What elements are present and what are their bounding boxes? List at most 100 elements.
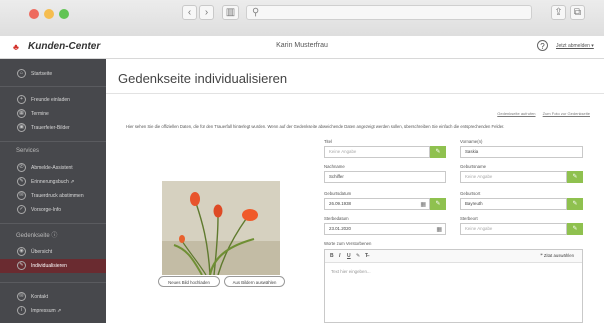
sidebar-item-erinnerungsbuch[interactable]: ✎ Erinnerungsbuch ⇗ (0, 175, 106, 189)
photo-link[interactable]: Zum Foto zur Gedenkseite (543, 111, 590, 116)
firstname-field[interactable]: Saskia (460, 146, 583, 158)
deathdate-label: Sterbedatum (324, 216, 349, 221)
deathdate-value: 23.01.2020 (329, 226, 351, 231)
info-icon: i (17, 306, 26, 315)
sidebar-item-label: Kontakt (31, 294, 48, 300)
forward-icon[interactable]: › (199, 5, 214, 20)
edit-icon[interactable]: ✎ (430, 146, 446, 158)
title-label: Titel (324, 139, 332, 144)
sidebar-divider (0, 141, 106, 142)
sidebar-toggle-icon[interactable]: ▥ (222, 5, 239, 20)
image-icon: ▣ (17, 123, 26, 132)
visit-memorial-link[interactable]: Gedenkseite aufrufen (497, 111, 535, 116)
logout-link[interactable]: Jetzt abmelden ▾ (556, 43, 594, 49)
birthdate-field[interactable]: 26.09.1938 ▦ (324, 198, 430, 210)
mail-icon: ✉ (17, 292, 26, 301)
mail-icon: ✉ (17, 191, 26, 200)
memorial-photo (162, 181, 280, 276)
deathplace-field[interactable]: Keine Angabe (460, 223, 567, 235)
sidebar-item-vorsorge-info[interactable]: ✓ Vorsorge-Info (0, 203, 106, 217)
sidebar-item-label: Impressum ⇗ (31, 308, 62, 314)
header-links: Gedenkseite aufrufen Zum Foto zur Gedenk… (491, 111, 590, 116)
pen-icon[interactable]: ✎ (356, 253, 360, 259)
sidebar-item-abmelde-assistent[interactable]: ✆ Abmelde-Assistent (0, 161, 106, 175)
page-title: Gedenkseite individualisieren (118, 71, 288, 86)
sidebar-divider (0, 86, 106, 87)
sidebar-item-label: Abmelde-Assistent (31, 165, 73, 171)
rich-text-editor[interactable]: B I U ✎ T̶ ❞ Zitat auswählen Text hier e… (324, 249, 583, 323)
sidebar-item-impressum[interactable]: i Impressum ⇗ (0, 304, 106, 318)
italic-icon[interactable]: I (339, 253, 340, 259)
home-icon: ⌂ (17, 69, 26, 78)
sidebar-item-label: Trauerdruck abstimmen (31, 193, 84, 199)
tulip-image (162, 181, 280, 276)
minimize-window-button[interactable] (44, 9, 54, 19)
editor-label: Worte zum Verstorbenen (324, 241, 372, 246)
upload-image-button[interactable]: Neues Bild hochladen (158, 276, 220, 287)
birthplace-field[interactable]: Bayreuth (460, 198, 567, 210)
sidebar-item-trauerfeier-bilder[interactable]: ▣ Trauerfeier-Bilder (0, 121, 106, 135)
sidebar-item-label: Vorsorge-Info (31, 207, 62, 213)
phone-icon: ✆ (17, 163, 26, 172)
sidebar-item-label: Erinnerungsbuch ⇗ (31, 179, 75, 185)
underline-icon[interactable]: U (347, 253, 351, 259)
back-icon[interactable]: ‹ (182, 5, 197, 20)
sidebar-item-label: Freunde einladen (31, 97, 70, 103)
edit-icon: ✎ (17, 261, 26, 270)
sidebar-item-kontakt[interactable]: ✉ Kontakt (0, 290, 106, 304)
lastname-field[interactable]: Schiffer (324, 171, 446, 183)
calendar-icon[interactable]: ▦ (420, 200, 426, 210)
edit-icon[interactable]: ✎ (567, 198, 583, 210)
address-bar[interactable]: ⚲ (246, 5, 532, 20)
clear-format-icon[interactable]: T̶ (365, 253, 368, 259)
title-field[interactable]: Keine Angabe (324, 146, 430, 158)
sidebar-divider (0, 282, 106, 283)
sidebar-item-uebersicht[interactable]: ◉ Übersicht (0, 245, 106, 259)
share-icon[interactable]: ⇪ (551, 5, 566, 20)
overview-icon: ◉ (17, 247, 26, 256)
sidebar-item-label: Termine (31, 111, 49, 117)
sidebar-divider (0, 223, 106, 224)
sidebar-item-label: Startseite (31, 71, 53, 77)
deathplace-label: Sterbeort (460, 216, 478, 221)
firstname-label: Vorname(n) (460, 139, 483, 144)
sidebar-item-label: Individualisieren (31, 263, 67, 269)
app-window: ‹ › ▥ ⚲ ⇪ ⧉ ♣ Kunden-Center Karin Muster… (0, 0, 604, 323)
bold-icon[interactable]: B (330, 253, 334, 259)
check-icon: ✓ (17, 205, 26, 214)
sidebar-section-gedenkseite: Gedenkseite ⓘ (16, 233, 58, 239)
calendar-icon[interactable]: ▦ (436, 225, 442, 235)
edit-icon[interactable]: ✎ (430, 198, 446, 210)
deathdate-field[interactable]: 23.01.2020 ▦ (324, 223, 446, 235)
choose-quote-button[interactable]: ❞ Zitat auswählen (540, 253, 574, 259)
birthname-field[interactable]: Keine Angabe (460, 171, 567, 183)
close-window-button[interactable] (29, 9, 39, 19)
calendar-icon: ▦ (17, 109, 26, 118)
maximize-window-button[interactable] (59, 9, 69, 19)
add-user-icon: + (17, 95, 26, 104)
sidebar-item-individualisieren[interactable]: ✎ Individualisieren (0, 259, 106, 273)
sidebar-section-services: Services (16, 148, 40, 154)
editor-toolbar: B I U ✎ T̶ ❞ Zitat auswählen (325, 250, 582, 263)
user-name: Karin Musterfrau (276, 42, 328, 49)
app-header: ♣ Kunden-Center Karin Musterfrau ? Jetzt… (0, 36, 604, 59)
sidebar-item-startseite[interactable]: ⌂ Startseite (0, 67, 106, 81)
sidebar: ⌂ Startseite + Freunde einladen ▦ Termin… (0, 59, 106, 323)
sidebar-item-label: Übersicht (31, 249, 53, 255)
birthname-label: Geburtsname (460, 164, 487, 169)
choose-image-button[interactable]: Aus Bildern auswählen (224, 276, 285, 287)
birthplace-label: Geburtsort (460, 191, 481, 196)
book-icon: ✎ (17, 177, 26, 186)
sidebar-item-freunde[interactable]: + Freunde einladen (0, 93, 106, 107)
main-content: Gedenkseite individualisieren Gedenkseit… (106, 59, 604, 323)
intro-text: Hier sehen Sie die offiziellen Daten, di… (126, 124, 505, 129)
tabs-icon[interactable]: ⧉ (570, 5, 585, 20)
title-divider (106, 93, 604, 94)
edit-icon[interactable]: ✎ (567, 223, 583, 235)
sidebar-item-termine[interactable]: ▦ Termine (0, 107, 106, 121)
sidebar-item-trauerdruck[interactable]: ✉ Trauerdruck abstimmen (0, 189, 106, 203)
edit-icon[interactable]: ✎ (567, 171, 583, 183)
browser-toolbar: ‹ › ▥ ⚲ ⇪ ⧉ (0, 0, 604, 37)
help-icon[interactable]: ? (537, 40, 548, 51)
sidebar-item-label: Trauerfeier-Bilder (31, 125, 70, 131)
